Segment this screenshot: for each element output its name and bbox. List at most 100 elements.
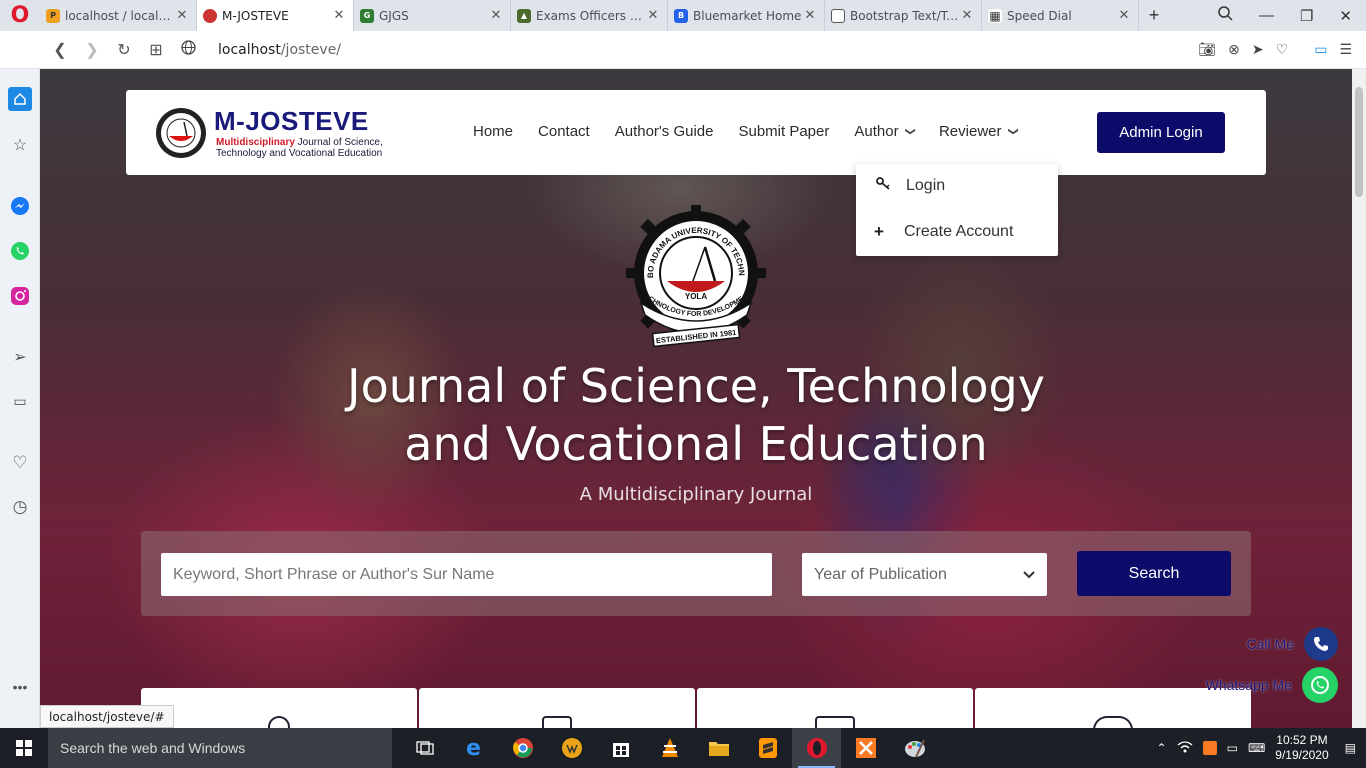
- keyword-search-input[interactable]: [161, 553, 772, 596]
- tabs-grid-icon[interactable]: ⊞: [140, 40, 172, 60]
- camera-icon[interactable]: 📷︎: [1198, 41, 1216, 58]
- winamp-icon[interactable]: [547, 728, 596, 768]
- close-tab-icon[interactable]: ✕: [645, 8, 661, 23]
- windows-start-icon[interactable]: [0, 728, 48, 768]
- tab-bluemarket[interactable]: B Bluemarket Home ✕: [668, 0, 825, 31]
- close-tab-icon[interactable]: ✕: [331, 8, 347, 23]
- notifications-icon[interactable]: ▤: [1345, 741, 1356, 755]
- wifi-icon: [1093, 716, 1133, 728]
- nav-reviewer[interactable]: Reviewer ❯: [939, 123, 1019, 140]
- browser-tab-bar: O P localhost / localhost ✕ M-JOSTEVE ✕ …: [0, 0, 1366, 31]
- opera-sidebar: ☆ ➢ ▭ ♡ ◷ •••: [0, 69, 40, 728]
- tab-bootstrap[interactable]: Bootstrap Text/Typography ✕: [825, 0, 982, 31]
- whatsapp-sidebar-icon[interactable]: [8, 239, 32, 263]
- document-favicon-icon: [831, 8, 845, 23]
- flow-send-icon[interactable]: ➢: [8, 345, 32, 369]
- edge-icon[interactable]: e: [449, 728, 498, 768]
- logo-title: M-JOSTEVE: [214, 106, 369, 136]
- address-bar-actions: 📷︎ ⊗ ➤ ♡ ▭ ☰: [1198, 41, 1366, 58]
- search-panel: Year of Publication Search: [141, 531, 1251, 616]
- show-hidden-icons-chevron-icon[interactable]: ⌃: [1157, 741, 1167, 755]
- minimize-icon[interactable]: —: [1259, 7, 1274, 24]
- sublime-text-icon[interactable]: [743, 728, 792, 768]
- restore-icon[interactable]: ❐: [1300, 7, 1313, 25]
- page-scrollbar[interactable]: [1352, 69, 1366, 728]
- xampp-tray-icon[interactable]: [1202, 741, 1217, 755]
- battery-tray-icon[interactable]: ▭: [1227, 741, 1238, 755]
- battery-icon[interactable]: ▭: [1314, 41, 1327, 58]
- paint-icon[interactable]: [890, 728, 939, 768]
- forward-icon[interactable]: ❯: [76, 40, 108, 60]
- close-window-icon[interactable]: ✕: [1339, 7, 1352, 25]
- xampp-icon[interactable]: [841, 728, 890, 768]
- url-field[interactable]: localhost/josteve/: [218, 42, 341, 58]
- file-explorer-icon[interactable]: [694, 728, 743, 768]
- search-button[interactable]: Search: [1077, 551, 1231, 596]
- chrome-icon[interactable]: [498, 728, 547, 768]
- year-select-label: Year of Publication: [814, 565, 947, 583]
- sidebar-more-icon[interactable]: •••: [8, 675, 32, 699]
- dropdown-login[interactable]: Login: [876, 177, 945, 195]
- heart-icon[interactable]: ♡: [1276, 41, 1289, 58]
- close-tab-icon[interactable]: ✕: [1116, 8, 1132, 23]
- back-icon[interactable]: ❮: [44, 40, 76, 60]
- keyboard-tray-icon[interactable]: ⌨: [1248, 741, 1265, 755]
- tab-m-josteve[interactable]: M-JOSTEVE ✕: [197, 0, 354, 31]
- feature-card[interactable]: [419, 688, 695, 728]
- messenger-icon[interactable]: [8, 194, 32, 218]
- taskbar-clock[interactable]: 10:52 PM 9/19/2020: [1275, 733, 1328, 763]
- tab-title: Speed Dial: [1007, 8, 1072, 23]
- leaf-favicon-icon: G: [360, 8, 374, 23]
- home-icon[interactable]: [8, 87, 32, 111]
- close-tab-icon[interactable]: ✕: [802, 8, 818, 23]
- main-menu: Home Contact Author's Guide Submit Paper…: [473, 123, 1042, 140]
- send-icon[interactable]: ➤: [1252, 41, 1264, 58]
- store-icon[interactable]: [596, 728, 645, 768]
- nav-contact[interactable]: Contact: [538, 123, 590, 140]
- wifi-tray-icon[interactable]: [1177, 740, 1193, 757]
- history-clock-icon[interactable]: ◷: [8, 495, 32, 519]
- taskbar-search-box[interactable]: Search the web and Windows: [48, 728, 392, 768]
- chevron-down-icon: ❯: [904, 127, 916, 136]
- adblock-icon[interactable]: ⊗: [1228, 41, 1240, 58]
- new-tab-button[interactable]: +: [1139, 5, 1169, 26]
- tab-speed-dial[interactable]: ▦ Speed Dial ✕: [982, 0, 1139, 31]
- tab-search-icon[interactable]: [1218, 6, 1233, 25]
- opera-taskbar-icon[interactable]: [792, 728, 841, 768]
- nav-authors-guide[interactable]: Author's Guide: [615, 123, 714, 140]
- close-tab-icon[interactable]: ✕: [488, 8, 504, 23]
- feature-card[interactable]: [697, 688, 973, 728]
- site-logo[interactable]: M-JOSTEVE Multidisciplinary Journal of S…: [154, 104, 383, 162]
- whatsapp-me-float[interactable]: Whatsapp Me: [1206, 667, 1338, 703]
- nav-author[interactable]: Author ❯: [854, 123, 916, 140]
- windows-taskbar: Search the web and Windows e ⌃ ▭ ⌨ 10:52…: [0, 728, 1366, 768]
- tab-localhost[interactable]: P localhost / localhost ✕: [40, 0, 197, 31]
- chevron-down-icon: ❯: [1007, 127, 1019, 136]
- speed-dial-star-icon[interactable]: ☆: [8, 133, 32, 157]
- address-bar: ❮ ❯ ↻ ⊞ localhost/josteve/ 📷︎ ⊗ ➤ ♡ ▭ ☰: [0, 31, 1366, 69]
- dropdown-create-account[interactable]: + Create Account: [874, 222, 1013, 242]
- close-tab-icon[interactable]: ✕: [959, 8, 975, 23]
- feature-card[interactable]: [141, 688, 417, 728]
- wallet-icon[interactable]: ▭: [8, 389, 32, 413]
- nav-home[interactable]: Home: [473, 123, 513, 140]
- bookmarks-heart-icon[interactable]: ♡: [8, 451, 32, 475]
- tab-gjgs[interactable]: G GJGS ✕: [354, 0, 511, 31]
- opera-menu-icon[interactable]: O: [0, 0, 40, 31]
- tab-title: GJGS: [379, 8, 409, 23]
- close-tab-icon[interactable]: ✕: [174, 8, 190, 23]
- vlc-icon[interactable]: [645, 728, 694, 768]
- task-view-icon[interactable]: [400, 728, 449, 768]
- scrollbar-thumb[interactable]: [1355, 87, 1363, 197]
- logo-subtitle-highlight: Multidisciplinary: [216, 137, 295, 148]
- site-navbar: M-JOSTEVE Multidisciplinary Journal of S…: [126, 90, 1266, 175]
- admin-login-button[interactable]: Admin Login: [1097, 112, 1225, 153]
- call-me-float[interactable]: Call Me: [1247, 627, 1338, 661]
- nav-submit-paper[interactable]: Submit Paper: [738, 123, 829, 140]
- instagram-icon[interactable]: [8, 284, 32, 308]
- year-of-publication-select[interactable]: Year of Publication: [802, 553, 1047, 596]
- easy-setup-icon[interactable]: ☰: [1339, 41, 1352, 58]
- reload-icon[interactable]: ↻: [108, 40, 140, 60]
- house-icon: [268, 716, 290, 728]
- tab-exams-officers[interactable]: ▲ Exams Officers Page ✕: [511, 0, 668, 31]
